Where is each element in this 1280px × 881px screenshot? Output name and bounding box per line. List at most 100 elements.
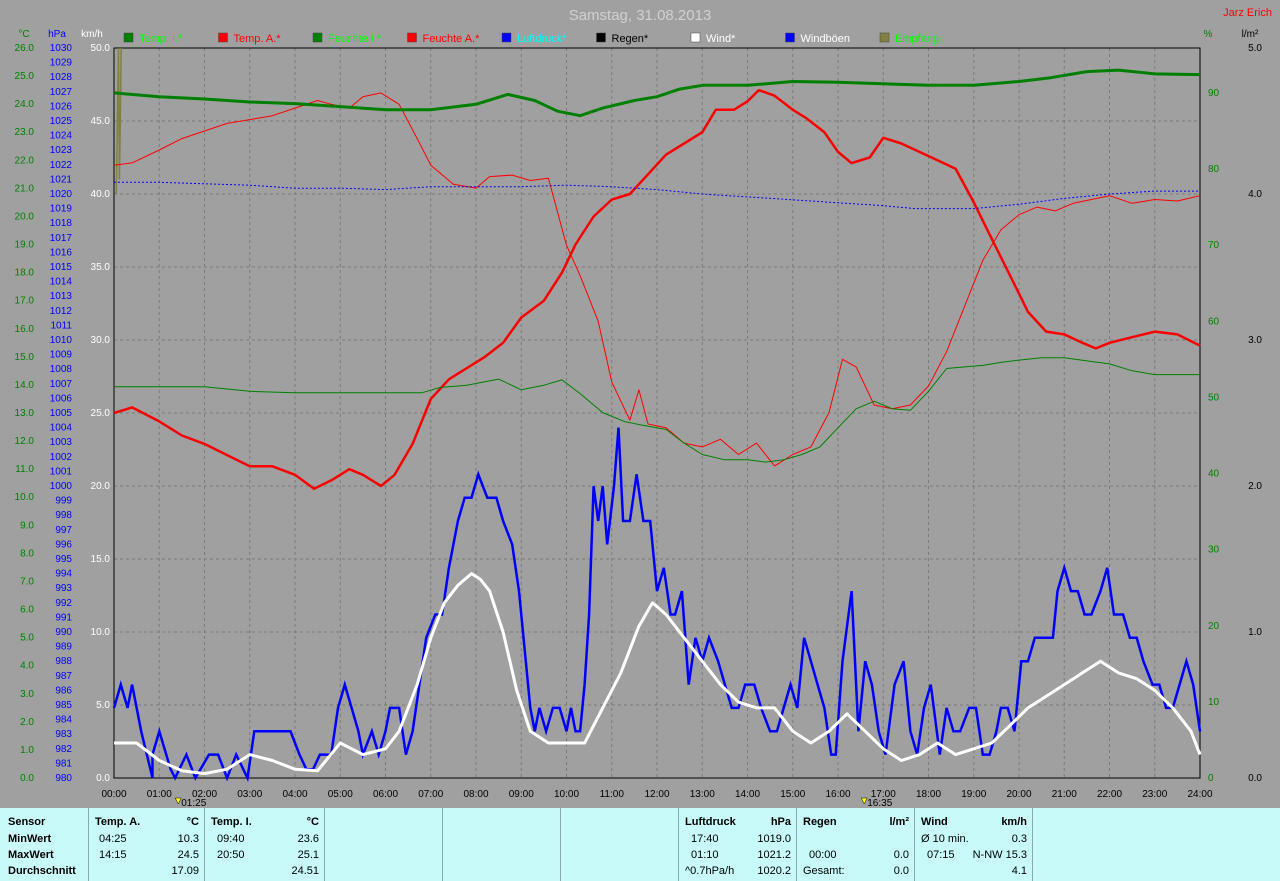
temp-unit-label: °C — [18, 29, 29, 40]
pressure-tick-label: 1026 — [50, 101, 73, 112]
humidity-tick-label: 10 — [1208, 697, 1220, 708]
legend-swatch — [785, 32, 795, 43]
empty-column-3 — [560, 808, 679, 881]
pressure-tick-label: 991 — [55, 612, 72, 623]
temp-tick-label: 24.0 — [15, 99, 35, 110]
pressure-tick-label: 1006 — [50, 393, 73, 404]
wind-tick-label: 10.0 — [91, 627, 111, 638]
pressure-tick-label: 1022 — [50, 160, 73, 171]
pressure-tick-label: 996 — [55, 539, 72, 550]
wind-tick-label: 25.0 — [91, 408, 111, 419]
legend-swatch — [312, 32, 323, 43]
x-tick-label: 05:00 — [328, 789, 353, 800]
legend-label: Regen* — [612, 33, 649, 45]
rain-tick-label: 0.0 — [1248, 773, 1262, 784]
rain-tick-label: 5.0 — [1248, 43, 1262, 54]
temp-tick-label: 0.0 — [20, 773, 34, 784]
legend-label: Windböen — [801, 33, 851, 45]
temp-a-avg-value: 17.09 — [171, 865, 199, 877]
temp-tick-label: 21.0 — [15, 183, 35, 194]
x-tick-label: 10:00 — [554, 789, 579, 800]
temp-i-max-time: 20:50 — [217, 849, 245, 861]
temp-a-max-time: 14:15 — [99, 849, 127, 861]
pressure-tick-label: 1005 — [50, 408, 73, 419]
pressure-tick-label: 1030 — [50, 43, 73, 54]
pressure-tick-label: 1017 — [50, 233, 73, 244]
pressure-tick-label: 995 — [55, 554, 72, 565]
temp-tick-label: 20.0 — [15, 211, 35, 222]
x-tick-label: 11:00 — [600, 789, 625, 800]
temp-tick-label: 4.0 — [20, 661, 34, 672]
x-tick-label: 01:00 — [147, 789, 172, 800]
humidity-unit-label: % — [1204, 29, 1213, 40]
humidity-tick-label: 40 — [1208, 469, 1220, 480]
luftdruck-max-time: 01:10 — [691, 849, 719, 861]
pressure-tick-label: 1001 — [50, 466, 73, 477]
temp-a-unit: °C — [186, 816, 199, 828]
pressure-tick-label: 1014 — [50, 277, 73, 288]
temp-a-header: Temp. A. — [95, 816, 141, 828]
temp-i-unit: °C — [306, 816, 319, 828]
rain-tick-label: 3.0 — [1248, 335, 1262, 346]
pressure-tick-label: 998 — [55, 510, 72, 521]
legend-label: Feuchte I.* — [328, 33, 382, 45]
empty-column-4 — [1032, 808, 1280, 881]
sensor-column: Sensor MinWert MaxWert Durchschnitt — [0, 808, 88, 881]
pressure-tick-label: 1015 — [50, 262, 73, 273]
temp-tick-label: 14.0 — [15, 380, 35, 391]
temp-i-max-value: 25.1 — [297, 849, 319, 861]
pressure-tick-label: 1016 — [50, 247, 73, 258]
wind-tick-label: 35.0 — [91, 262, 111, 273]
temp-tick-label: 22.0 — [15, 155, 35, 166]
x-tick-label: 21:00 — [1052, 789, 1077, 800]
wind-header: Wind — [921, 816, 948, 828]
regen-max-value: 0.0 — [893, 849, 909, 861]
x-tick-label: 19:00 — [961, 789, 986, 800]
regen-unit: l/m² — [889, 816, 909, 828]
luftdruck-column: Luftdruck hPa 17:40 1019.0 01:10 1021.2 … — [678, 808, 797, 881]
wind-tick-label: 40.0 — [91, 189, 111, 200]
weather-chart: 00:00 01:00 02:00 03:00 04:00 05:00 06:00 07:00… — [15, 7, 1272, 808]
humidity-tick-label: 70 — [1208, 240, 1220, 251]
x-tick-label: 23:00 — [1142, 789, 1167, 800]
pressure-tick-label: 1004 — [50, 423, 73, 434]
pressure-tick-label: 985 — [55, 700, 72, 711]
legend-swatch — [407, 32, 417, 43]
statistics-panel: Sensor MinWert MaxWert Durchschnitt Temp… — [0, 808, 1280, 881]
pressure-tick-label: 981 — [55, 758, 72, 769]
pressure-tick-label: 980 — [55, 773, 72, 784]
humidity-tick-label: 90 — [1208, 88, 1220, 99]
legend-label: Luftdruck* — [517, 33, 567, 45]
x-tick-label: 16:00 — [825, 789, 850, 800]
pressure-tick-label: 1023 — [50, 145, 73, 156]
x-tick-label: 15:00 — [780, 789, 805, 800]
sensor-header: Sensor — [8, 816, 46, 828]
pressure-tick-label: 1008 — [50, 364, 73, 375]
temp-tick-label: 16.0 — [15, 324, 35, 335]
pressure-tick-label: 993 — [55, 583, 72, 594]
x-tick-label: 22:00 — [1097, 789, 1122, 800]
pressure-tick-label: 1024 — [50, 131, 73, 142]
wind-tick-label: 50.0 — [91, 43, 111, 54]
luftdruck-min-value: 1019.0 — [757, 833, 791, 845]
x-tick-label: 07:00 — [418, 789, 443, 800]
chart-title: Samstag, 31.08.2013 — [569, 7, 712, 24]
temp-a-min-value: 10.3 — [177, 833, 199, 845]
pressure-tick-label: 1020 — [50, 189, 73, 200]
temp-tick-label: 17.0 — [15, 296, 35, 307]
x-tick-label: 24:00 — [1187, 789, 1212, 800]
temp-a-column: Temp. A. °C 04:25 10.3 14:15 24.5 17.09 — [88, 808, 205, 881]
temp-i-min-value: 23.6 — [297, 833, 319, 845]
wind-tick-label: 5.0 — [96, 700, 110, 711]
legend-swatch — [879, 32, 890, 43]
x-tick-label: 03:00 — [237, 789, 262, 800]
pressure-tick-label: 1013 — [50, 291, 73, 302]
pressure-tick-label: 1011 — [50, 320, 72, 331]
regen-column: Regen l/m² 00:00 0.0 Gesamt: 0.0 — [796, 808, 915, 881]
temp-tick-label: 7.0 — [20, 576, 34, 587]
wind-column: Wind km/h Ø 10 min. 0.3 07:15 N-NW 15.3 … — [914, 808, 1033, 881]
wind-tick-label: 15.0 — [91, 554, 111, 565]
pressure-tick-label: 1007 — [50, 379, 73, 390]
temp-tick-label: 13.0 — [15, 408, 35, 419]
temp-i-min-time: 09:40 — [217, 833, 245, 845]
